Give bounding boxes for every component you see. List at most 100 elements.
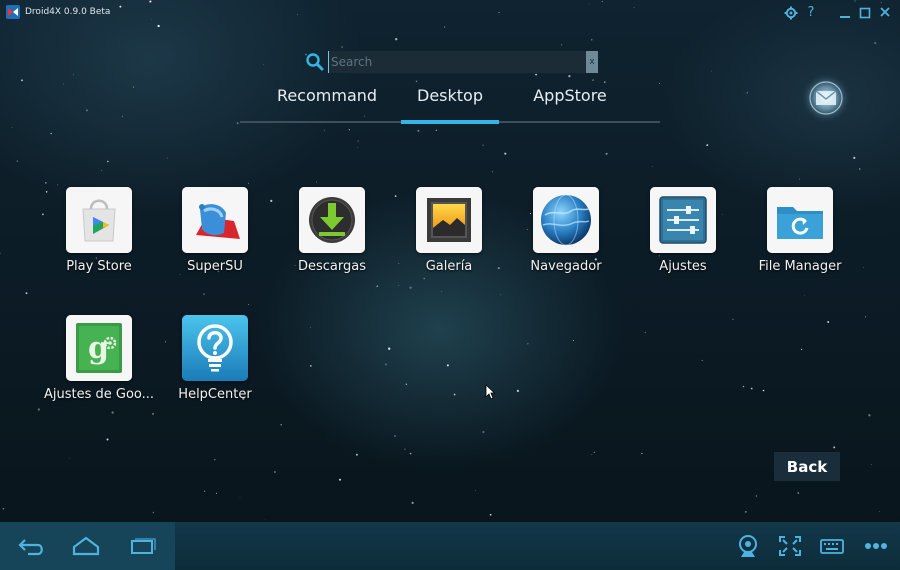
star xyxy=(755,495,757,497)
star xyxy=(214,458,216,461)
more-options-icon[interactable] xyxy=(861,532,891,560)
star xyxy=(527,342,529,345)
star xyxy=(111,411,114,414)
settings-gear-icon[interactable] xyxy=(783,5,799,21)
star xyxy=(732,318,734,321)
help-icon[interactable]: ? xyxy=(803,5,819,21)
star xyxy=(593,451,595,453)
mail-orb-icon[interactable] xyxy=(800,72,852,124)
star xyxy=(394,435,396,437)
star xyxy=(417,129,420,132)
app-helpcenter[interactable]: HelpCenter xyxy=(157,315,273,407)
browser-icon xyxy=(533,187,599,253)
app-label: HelpCenter xyxy=(178,387,252,402)
home-nav-icon[interactable] xyxy=(71,532,101,560)
minimize-icon[interactable] xyxy=(837,5,853,21)
app-ajustes[interactable]: Ajustes xyxy=(625,187,741,279)
star xyxy=(215,492,217,494)
app-label: Ajustes de Goo... xyxy=(43,387,155,402)
star xyxy=(264,518,266,520)
star xyxy=(310,327,311,329)
star xyxy=(853,156,856,159)
star xyxy=(50,132,52,135)
app-descargas[interactable]: Descargas xyxy=(274,187,390,279)
active-tab-indicator xyxy=(401,120,499,124)
search-clear-button[interactable]: x xyxy=(586,51,598,73)
star xyxy=(310,365,312,367)
tab-recommand[interactable]: Recommand xyxy=(262,86,392,122)
close-icon[interactable] xyxy=(877,5,893,21)
star xyxy=(762,389,765,392)
star xyxy=(263,63,265,65)
star xyxy=(45,182,47,184)
star xyxy=(870,464,872,466)
play-store-icon xyxy=(66,187,132,253)
star xyxy=(435,129,437,131)
star xyxy=(239,496,241,498)
webcam-icon[interactable] xyxy=(734,532,764,560)
app-supersu[interactable]: SuperSU xyxy=(157,187,273,279)
tab-appstore[interactable]: AppStore xyxy=(515,86,625,122)
star xyxy=(73,74,74,76)
star xyxy=(489,513,492,516)
star xyxy=(441,291,442,292)
droid4x-logo-icon xyxy=(6,5,20,19)
star xyxy=(0,252,1,255)
star xyxy=(859,168,861,170)
star xyxy=(152,413,154,415)
file-manager-icon xyxy=(767,187,833,253)
star xyxy=(107,160,109,163)
star xyxy=(868,414,871,417)
app-galeria[interactable]: Galería xyxy=(391,187,507,279)
star xyxy=(404,448,406,450)
maximize-icon[interactable] xyxy=(857,5,873,21)
star xyxy=(203,490,206,492)
star xyxy=(744,510,747,513)
app-ajustes-de-google[interactable]: g Ajustes de Goo... xyxy=(41,315,157,407)
app-navegador[interactable]: Navegador xyxy=(508,187,624,279)
star xyxy=(21,79,23,82)
star xyxy=(750,387,753,390)
star xyxy=(121,115,124,118)
app-play-store[interactable]: Play Store xyxy=(41,187,157,279)
star xyxy=(500,294,502,296)
star xyxy=(641,452,643,455)
search-input[interactable] xyxy=(328,51,586,73)
star xyxy=(37,408,41,411)
tab-desktop[interactable]: Desktop xyxy=(401,86,499,122)
star xyxy=(644,331,646,333)
downloads-icon xyxy=(299,187,365,253)
star xyxy=(85,109,89,112)
tab-bar: Recommand Desktop AppStore xyxy=(240,80,660,124)
settings-icon xyxy=(650,187,716,253)
star xyxy=(339,478,341,481)
star xyxy=(833,446,836,449)
star xyxy=(742,385,745,388)
star xyxy=(405,383,407,385)
back-button[interactable]: Back xyxy=(774,452,840,481)
star xyxy=(274,471,276,473)
app-label: SuperSU xyxy=(187,259,243,274)
star xyxy=(280,424,282,426)
star xyxy=(2,507,5,510)
star xyxy=(491,171,493,173)
star xyxy=(482,430,485,434)
star xyxy=(152,511,154,514)
star xyxy=(357,147,359,148)
star xyxy=(69,457,70,459)
app-file-manager[interactable]: File Manager xyxy=(742,187,858,279)
app-label: File Manager xyxy=(758,259,842,274)
back-nav-icon[interactable] xyxy=(16,532,46,560)
fullscreen-icon[interactable] xyxy=(775,532,805,560)
star xyxy=(384,363,387,366)
svg-text:g: g xyxy=(88,331,109,366)
star xyxy=(323,129,325,131)
star xyxy=(711,70,712,72)
keyboard-icon[interactable] xyxy=(817,532,847,560)
recent-apps-icon[interactable] xyxy=(126,532,156,560)
gallery-icon xyxy=(416,187,482,253)
app-label: Descargas xyxy=(297,259,366,274)
star xyxy=(355,453,358,456)
star xyxy=(11,127,13,129)
star xyxy=(248,303,250,305)
